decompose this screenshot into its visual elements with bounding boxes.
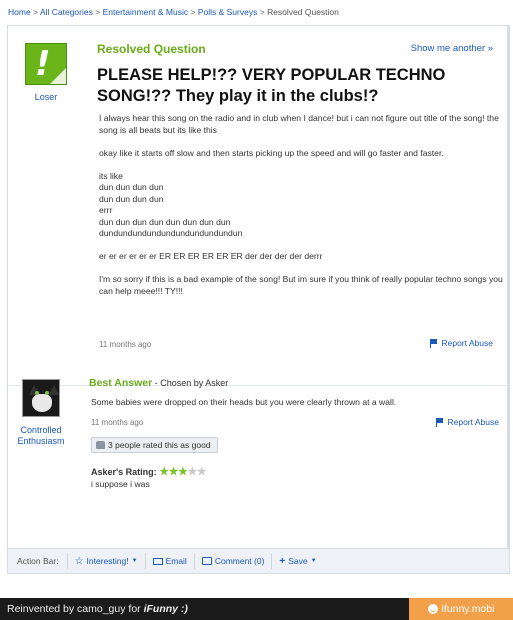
question-report-abuse-link[interactable]: Report Abuse: [430, 338, 493, 348]
asker-comment: i suppose i was: [91, 479, 150, 489]
flag-icon: [436, 417, 444, 427]
report-abuse-label: Report Abuse: [447, 417, 499, 427]
chosen-by-label: - Chosen by Asker: [152, 378, 229, 388]
answer-timestamp: 11 months ago: [91, 418, 144, 427]
watermark-footer: Reinvented by camo_guy for iFunny :) ifu…: [0, 598, 513, 620]
breadcrumb-separator: >: [190, 7, 196, 17]
show-another-link[interactable]: Show me another »: [411, 43, 493, 54]
breadcrumb-home[interactable]: Home: [8, 7, 31, 17]
plus-icon: +: [279, 555, 286, 567]
interesting-button[interactable]: ☆ Interesting! ▼: [68, 553, 146, 569]
site-badge[interactable]: ifunny.mobi: [409, 598, 513, 620]
rating-stars: ★★★★★: [159, 466, 206, 478]
email-button[interactable]: Email: [146, 553, 195, 569]
resolved-question-heading: Resolved Question: [97, 42, 206, 56]
action-bar: Action Bar: ☆ Interesting! ▼ Email Comme…: [7, 548, 510, 574]
chevron-down-icon: ▼: [310, 558, 317, 564]
asker-avatar[interactable]: !: [25, 43, 67, 85]
cat-eye: [35, 391, 39, 395]
question-paragraph: okay like it starts off slow and then st…: [99, 147, 444, 158]
section-divider: [8, 385, 508, 386]
breadcrumb-polls-surveys[interactable]: Polls & Surveys: [198, 7, 258, 17]
cat-face: [32, 394, 52, 412]
credit-label: Reinvented by camo_guy for: [7, 603, 144, 615]
rated-good-badge[interactable]: 3 people rated this as good: [91, 437, 218, 453]
cat-eye: [45, 391, 49, 395]
answerer-name-link[interactable]: Controlled Enthusiasm: [5, 425, 77, 447]
star-empty-icon: ★: [187, 466, 197, 478]
action-bar-label: Action Bar:: [8, 553, 68, 569]
save-label: Save: [288, 556, 308, 566]
page: Home > All Categories > Entertainment & …: [0, 0, 513, 598]
star-filled-icon: ★: [177, 466, 188, 478]
exclamation-icon: !: [35, 44, 51, 84]
asker-rating-label: Asker's Rating:: [91, 467, 157, 477]
envelope-icon: [152, 557, 163, 565]
question-timestamp: 11 months ago: [99, 340, 152, 349]
flag-icon: [430, 338, 438, 348]
star-filled-icon: ★: [159, 466, 169, 478]
answer-text: Some babies were dropped on their heads …: [91, 397, 397, 407]
chevron-down-icon: ▼: [131, 558, 138, 564]
star-empty-icon: ★: [196, 466, 207, 478]
question-paragraph: its like dun dun dun dun dun dun dun dun…: [99, 170, 243, 239]
credit-brand: iFunny :): [143, 603, 188, 615]
question-paragraph: I'm so sorry if this is a bad example of…: [99, 274, 503, 296]
breadcrumb-separator: >: [259, 7, 265, 17]
question-paragraph: I always hear this song on the radio and…: [99, 113, 499, 135]
comment-icon: [201, 557, 212, 565]
email-label: Email: [165, 556, 187, 566]
comment-button[interactable]: Comment (0): [195, 553, 273, 569]
breadcrumb-all-categories[interactable]: All Categories: [40, 7, 93, 17]
cat-ear: [49, 385, 59, 395]
site-label: ifunny.mobi: [441, 603, 495, 615]
thumbs-up-icon: [96, 441, 105, 449]
question-paragraph: er er er er er er ER ER ER ER ER ER der …: [99, 251, 323, 261]
asker-rating: Asker's Rating: ★★★★★: [91, 465, 207, 478]
answer-report-abuse-link[interactable]: Report Abuse: [436, 417, 499, 427]
report-abuse-label: Report Abuse: [441, 338, 493, 348]
question-body: I always hear this song on the radio and…: [99, 113, 503, 309]
rated-good-label: 3 people rated this as good: [108, 440, 211, 450]
breadcrumb: Home > All Categories > Entertainment & …: [8, 7, 339, 17]
question-title: PLEASE HELP!?? VERY POPULAR TECHNO SONG!…: [97, 66, 446, 105]
question-section: ! Loser Resolved Question Show me anothe…: [8, 26, 507, 386]
asker-name-link[interactable]: Loser: [25, 92, 67, 102]
breadcrumb-entertainment-music[interactable]: Entertainment & Music: [103, 7, 189, 17]
smiley-icon: [427, 604, 438, 614]
best-answer-label: Best Answer: [89, 377, 153, 389]
breadcrumb-current: Resolved Question: [267, 7, 339, 17]
star-filled-icon: ★: [168, 466, 179, 478]
best-answer-heading: Best Answer - Chosen by Asker: [89, 377, 228, 389]
avatar-corner: [50, 68, 66, 84]
comment-label: Comment (0): [214, 556, 265, 566]
breadcrumb-separator: >: [33, 7, 39, 17]
star-icon: ☆: [74, 555, 84, 567]
breadcrumb-separator: >: [95, 7, 101, 17]
answerer-avatar[interactable]: [22, 379, 60, 417]
save-button[interactable]: + Save ▼: [272, 553, 323, 569]
interesting-label: Interesting!: [86, 556, 129, 566]
credit-text: Reinvented by camo_guy for iFunny :): [0, 603, 188, 615]
question-answer-panel: ! Loser Resolved Question Show me anothe…: [7, 25, 510, 573]
